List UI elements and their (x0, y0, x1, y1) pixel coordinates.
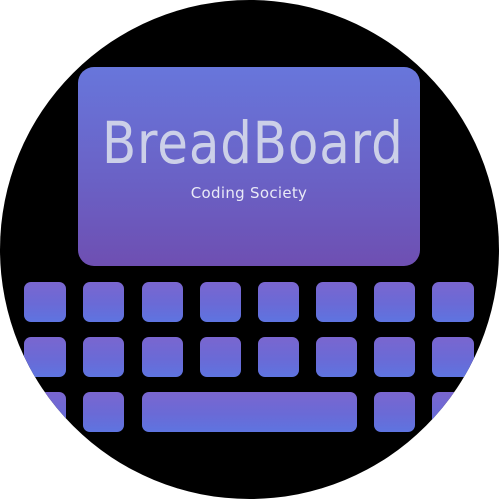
logo-screen: BreadBoard Coding Society (78, 67, 420, 266)
logo-subtitle-wrap: Coding Society (78, 184, 420, 203)
keyboard-key (432, 337, 474, 377)
keyboard-key (374, 392, 415, 432)
keyboard-key (316, 282, 357, 322)
keyboard-key (83, 337, 124, 377)
keyboard-key (374, 337, 415, 377)
keyboard-key (258, 282, 299, 322)
keyboard-key (432, 282, 474, 322)
keyboard-spacebar (142, 392, 357, 432)
keyboard-key (83, 282, 124, 322)
keyboard-key (200, 337, 241, 377)
keyboard-key (142, 282, 183, 322)
keyboard-key (374, 282, 415, 322)
breadboard-logo: BreadBoard Coding Society (0, 0, 499, 499)
keyboard-key (24, 392, 66, 432)
keyboard-key (83, 392, 124, 432)
logo-subtitle: Coding Society (190, 184, 308, 202)
keyboard-key (432, 392, 474, 432)
keyboard-key (142, 337, 183, 377)
keyboard-key (24, 282, 66, 322)
keyboard-key (200, 282, 241, 322)
keyboard-key (258, 337, 299, 377)
keyboard-key (24, 337, 66, 377)
logo-title: BreadBoard (101, 109, 404, 177)
keyboard-key (316, 337, 357, 377)
